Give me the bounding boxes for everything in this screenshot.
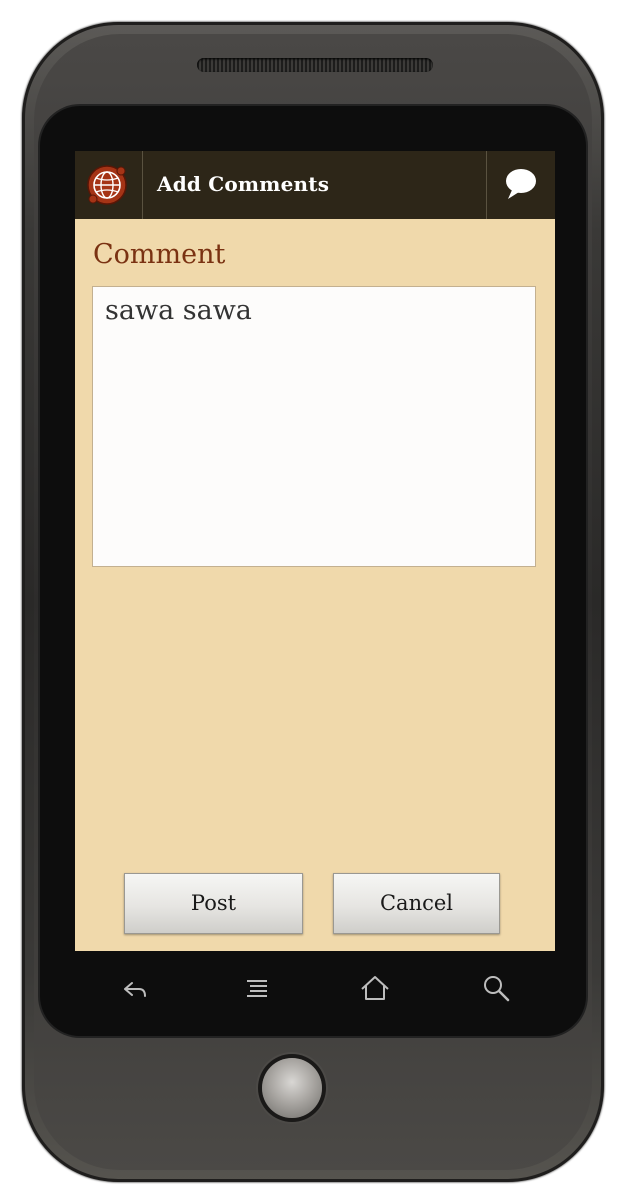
hardware-home-button[interactable] bbox=[262, 1058, 322, 1118]
app-screen: Add Comments Comment sawa sawa Post Canc… bbox=[75, 151, 555, 951]
home-icon[interactable] bbox=[358, 972, 392, 1006]
post-button[interactable]: Post bbox=[124, 873, 303, 934]
search-icon[interactable] bbox=[479, 972, 513, 1006]
app-logo-button[interactable] bbox=[75, 151, 143, 219]
comments-button[interactable] bbox=[486, 151, 555, 219]
system-nav-bar bbox=[75, 960, 555, 1016]
earpiece-speaker bbox=[197, 58, 433, 72]
back-icon[interactable] bbox=[117, 972, 151, 1006]
title-bar: Add Comments bbox=[75, 151, 555, 219]
comment-textarea[interactable]: sawa sawa bbox=[92, 286, 536, 567]
cancel-button[interactable]: Cancel bbox=[333, 873, 500, 934]
menu-icon[interactable] bbox=[240, 972, 274, 1006]
page-title: Add Comments bbox=[157, 172, 330, 196]
speech-bubble-icon bbox=[506, 169, 536, 199]
comment-label: Comment bbox=[93, 239, 226, 270]
globe-logo-icon bbox=[87, 165, 127, 205]
